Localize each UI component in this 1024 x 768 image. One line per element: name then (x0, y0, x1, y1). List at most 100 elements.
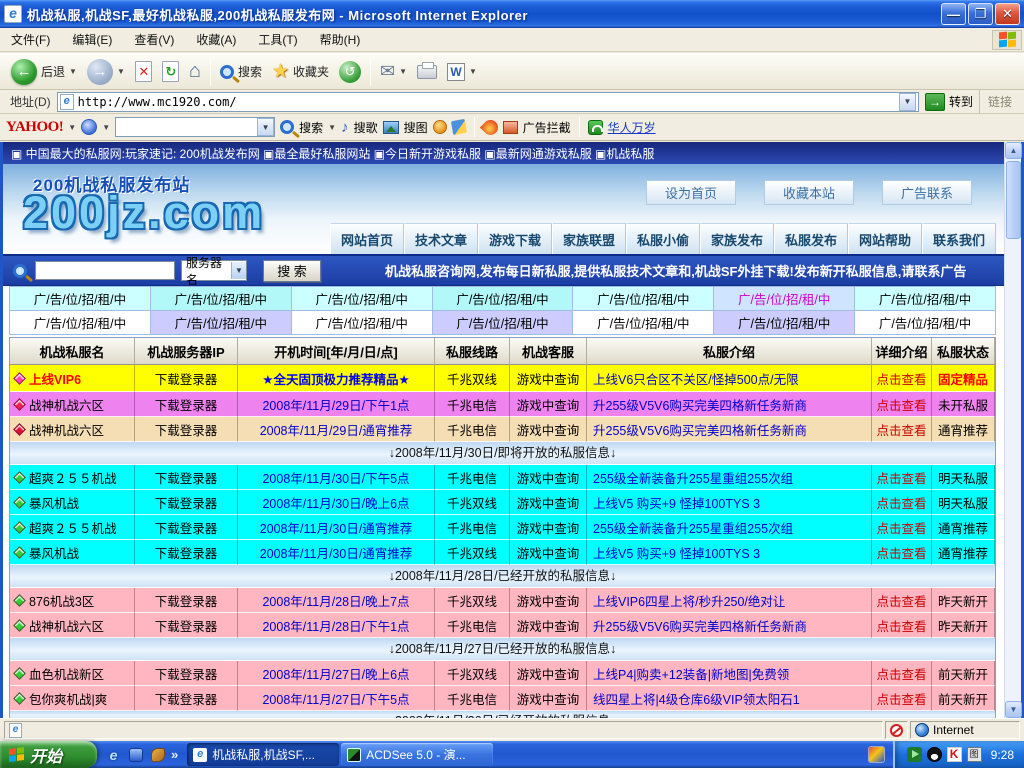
ad-slot-link[interactable]: 广/告/位/招/租/中 (855, 311, 996, 335)
menu-item[interactable]: 收藏(A) (185, 28, 247, 51)
download-link[interactable]: 下载登录器 (135, 417, 238, 442)
mail-button[interactable]: ✉ ▼ (375, 56, 412, 88)
quick-link-button[interactable]: 设为首页 (646, 180, 736, 205)
go-button[interactable]: → 转到 (925, 93, 973, 111)
yahoo-image-label[interactable]: 搜图 (404, 119, 428, 136)
refresh-button[interactable]: ↻ (157, 56, 184, 88)
detail-link[interactable]: 点击查看 (872, 515, 932, 540)
yahoo-search-dropdown-icon[interactable]: ▼ (328, 123, 336, 132)
quick-link-button[interactable]: 广告联系 (882, 180, 972, 205)
address-dropdown-icon[interactable]: ▼ (899, 93, 916, 111)
download-link[interactable]: 下载登录器 (135, 686, 238, 711)
minimize-button[interactable]: — (941, 3, 966, 25)
download-link[interactable]: 下载登录器 (135, 365, 238, 392)
server-name-cell[interactable]: 血色机战新区 (10, 661, 135, 686)
quick-link-button[interactable]: 收藏本站 (764, 180, 854, 205)
quicklaunch-ie-icon[interactable]: e (105, 746, 122, 763)
server-name-cell[interactable]: 876机战3区 (10, 588, 135, 613)
server-name-cell[interactable]: 战神机战六区 (10, 417, 135, 442)
yahoo-combo-dropdown-icon[interactable]: ▼ (257, 118, 274, 136)
close-button[interactable]: ✕ (995, 3, 1020, 25)
edit-word-button[interactable]: W ▼ (442, 56, 482, 88)
home-button[interactable]: ⌂ (184, 56, 206, 88)
search-type-select[interactable]: 服务器名 ▼ (181, 260, 247, 281)
detail-link[interactable]: 点击查看 (872, 417, 932, 442)
ad-slot-link[interactable]: 广/告/位/招/租/中 (292, 311, 433, 335)
download-link[interactable]: 下载登录器 (135, 490, 238, 515)
site-logo[interactable]: 200jz.com (23, 190, 265, 235)
detail-link[interactable]: 点击查看 (872, 465, 932, 490)
yahoo-search-input[interactable]: ▼ (115, 117, 275, 137)
nav-tab[interactable]: 私服发布 (774, 223, 848, 254)
ad-slot-link[interactable]: 广/告/位/招/租/中 (433, 287, 574, 311)
scroll-down-icon[interactable]: ▼ (1005, 701, 1022, 718)
server-name-cell[interactable]: 上线VIP6 (10, 365, 135, 392)
download-link[interactable]: 下载登录器 (135, 392, 238, 417)
fire-icon[interactable] (480, 116, 501, 137)
yahoo-dropdown-icon[interactable]: ▼ (68, 123, 76, 132)
tray-input-icon[interactable]: 图 (967, 747, 982, 762)
download-link[interactable]: 下载登录器 (135, 613, 238, 638)
stop-button[interactable]: ✕ (130, 56, 157, 88)
scrollbar-thumb[interactable] (1006, 161, 1021, 239)
menu-item[interactable]: 文件(F) (0, 28, 61, 51)
download-link[interactable]: 下载登录器 (135, 465, 238, 490)
yahoo-song-label[interactable]: 搜歌 (354, 119, 378, 136)
print-button[interactable] (412, 56, 442, 88)
ime-icon[interactable] (868, 746, 885, 763)
nav-tab[interactable]: 家族发布 (700, 223, 774, 254)
task-button-ie[interactable]: e 机战私服,机战SF,... (187, 743, 339, 766)
back-button[interactable]: ← 后退 ▼ (6, 56, 82, 88)
detail-link[interactable]: 点击查看 (872, 490, 932, 515)
ad-slot-link[interactable]: 广/告/位/招/租/中 (573, 311, 714, 335)
nav-tab[interactable]: 联系我们 (922, 223, 996, 254)
mail-dropdown-icon[interactable]: ▼ (399, 67, 407, 76)
server-search-input[interactable] (35, 261, 175, 280)
quicklaunch-app-icon[interactable] (127, 746, 144, 763)
nav-tab[interactable]: 私服小偷 (626, 223, 700, 254)
server-name-cell[interactable]: 战神机战六区 (10, 613, 135, 638)
nav-tab[interactable]: 网站帮助 (848, 223, 922, 254)
server-name-cell[interactable]: 暴风机战 (10, 540, 135, 565)
vertical-scrollbar[interactable]: ▲ ▼ (1004, 142, 1021, 718)
ad-slot-link[interactable]: 广/告/位/招/租/中 (10, 311, 151, 335)
ad-slot-link[interactable]: 广/告/位/招/租/中 (573, 287, 714, 311)
ad-slot-link[interactable]: 广/告/位/招/租/中 (714, 287, 855, 311)
yahoo-gear-dropdown-icon[interactable]: ▼ (102, 123, 110, 132)
detail-link[interactable]: 点击查看 (872, 540, 932, 565)
yahoo-widget-icon[interactable] (433, 120, 447, 134)
ad-slot-link[interactable]: 广/告/位/招/租/中 (151, 311, 292, 335)
detail-link[interactable]: 点击查看 (872, 392, 932, 417)
detail-link[interactable]: 点击查看 (872, 686, 932, 711)
download-link[interactable]: 下载登录器 (135, 540, 238, 565)
address-input[interactable]: e http://www.mc1920.com/ ▼ (57, 92, 919, 112)
download-link[interactable]: 下载登录器 (135, 661, 238, 686)
ad-slot-link[interactable]: 广/告/位/招/租/中 (151, 287, 292, 311)
server-name-cell[interactable]: 暴风机战 (10, 490, 135, 515)
detail-link[interactable]: 点击查看 (872, 365, 932, 392)
download-link[interactable]: 下载登录器 (135, 588, 238, 613)
scroll-up-icon[interactable]: ▲ (1005, 142, 1022, 159)
nav-tab[interactable]: 技术文章 (404, 223, 478, 254)
menu-item[interactable]: 帮助(H) (309, 28, 372, 51)
huaren-link[interactable]: 华人万岁 (608, 119, 656, 136)
search-button[interactable]: 搜索 (215, 56, 267, 88)
menu-item[interactable]: 编辑(E) (61, 28, 123, 51)
highlighter-icon[interactable] (451, 119, 467, 135)
menu-item[interactable]: 查看(V) (123, 28, 185, 51)
favorites-button[interactable]: ★ 收藏夹 (267, 56, 334, 88)
edit-dropdown-icon[interactable]: ▼ (469, 67, 477, 76)
server-search-button[interactable]: 搜 索 (263, 260, 321, 282)
download-link[interactable]: 下载登录器 (135, 515, 238, 540)
server-name-cell[interactable]: 战神机战六区 (10, 392, 135, 417)
tray-kaspersky-icon[interactable]: K (947, 747, 962, 762)
detail-link[interactable]: 点击查看 (872, 613, 932, 638)
tray-qq-icon[interactable] (927, 747, 942, 762)
ad-slot-link[interactable]: 广/告/位/招/租/中 (714, 311, 855, 335)
history-button[interactable]: ↺ (334, 56, 366, 88)
ad-slot-link[interactable]: 广/告/位/招/租/中 (292, 287, 433, 311)
select-dropdown-icon[interactable]: ▼ (231, 262, 246, 279)
menu-item[interactable]: 工具(T) (247, 28, 308, 51)
quicklaunch-overflow-icon[interactable]: » (171, 747, 178, 762)
nav-tab[interactable]: 家族联盟 (552, 223, 626, 254)
